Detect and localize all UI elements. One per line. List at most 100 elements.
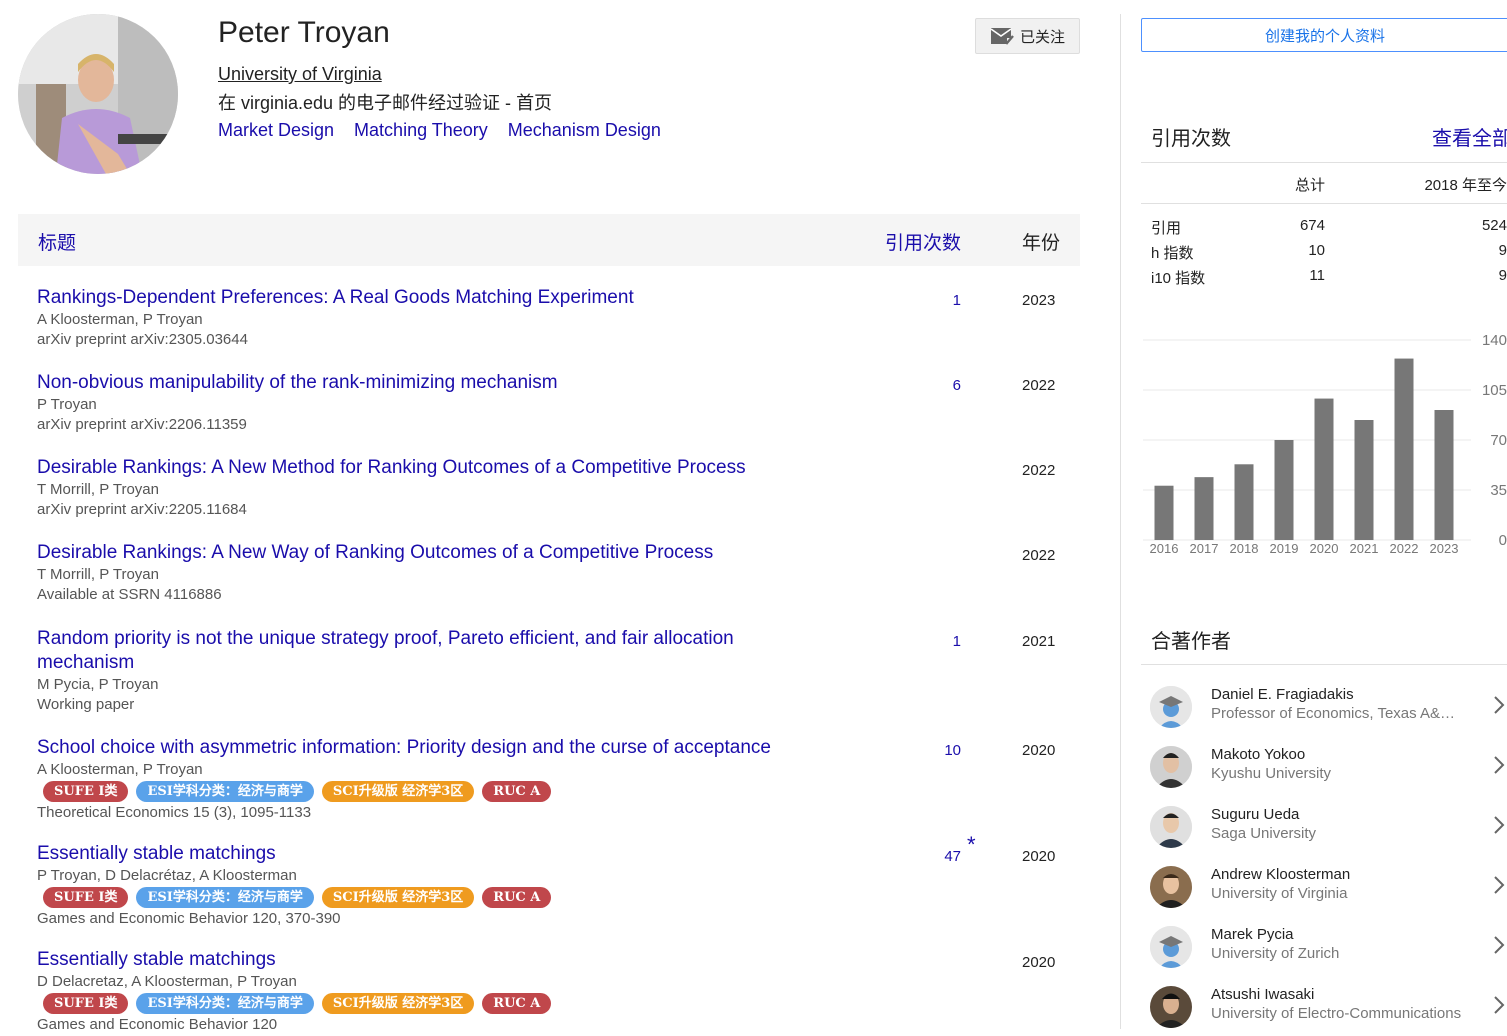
table-row: Non-obvious manipulability of the rank-m… (37, 371, 1077, 435)
sort-by-citations[interactable]: 引用次数 (885, 228, 961, 255)
divider-line (1141, 664, 1507, 665)
tag-sufe: SUFE I类 (43, 993, 129, 1014)
profile-name: Peter Troyan (218, 16, 390, 49)
interest-link[interactable]: Matching Theory (354, 120, 488, 141)
sort-by-title[interactable]: 标题 (38, 228, 76, 255)
cited-by-count[interactable]: 6 (927, 377, 961, 394)
article-title[interactable]: School choice with asymmetric informatio… (37, 736, 817, 760)
chevron-right-icon (1494, 876, 1505, 894)
table-row: Desirable Rankings: A New Way of Ranking… (37, 541, 1077, 605)
coauthor-name: Atsushi Iwasaki (1211, 986, 1315, 1003)
article-title[interactable]: Essentially stable matchings (37, 842, 817, 866)
cited-by-count[interactable]: 10 (927, 742, 961, 759)
y-tick-label: 35 (1490, 482, 1507, 499)
tag-ruc: RUC A (482, 887, 552, 908)
follow-label: 已关注 (1019, 28, 1065, 46)
article-year: 2021 (1022, 633, 1056, 650)
coauthor-affiliation: University of Virginia (1211, 885, 1348, 902)
coauthors-heading: 合著作者 (1151, 631, 1231, 653)
journal-tags: SUFE I类 ESI学科分类：经济与商学 SCI升级版 经济学3区 RUC A (43, 993, 1077, 1015)
stat-total: 11 (1309, 267, 1325, 284)
coauthor-affiliation: University of Electro-Communications (1211, 1005, 1462, 1022)
coauthor-item[interactable]: Makoto Yokoo Kyushu University (1148, 746, 1507, 796)
article-title[interactable]: Non-obvious manipulability of the rank-m… (37, 371, 817, 395)
chart-bar (1434, 410, 1454, 540)
chart-bar (1394, 358, 1414, 540)
article-title[interactable]: Random priority is not the unique strate… (37, 627, 817, 675)
table-row: Essentially stable matchings P Troyan, D… (37, 832, 1077, 929)
stat-label[interactable]: i10 指数 (1151, 267, 1205, 288)
x-tick-label: 2021 (1350, 541, 1379, 556)
y-tick-label: 0 (1499, 532, 1507, 549)
homepage-link[interactable]: 首页 (516, 93, 552, 113)
create-profile-button[interactable]: 创建我的个人资料 (1141, 18, 1507, 52)
chart-bar (1354, 420, 1374, 540)
x-tick-label: 2023 (1430, 541, 1459, 556)
sort-by-year[interactable]: 年份 (1022, 228, 1060, 255)
coauthor-item[interactable]: Suguru Ueda Saga University (1148, 806, 1507, 856)
tag-esi: ESI学科分类：经济与商学 (136, 887, 314, 908)
journal-tags: SUFE I类 ESI学科分类：经济与商学 SCI升级版 经济学3区 RUC A (43, 781, 1077, 803)
citations-heading: 引用次数 (1151, 128, 1231, 150)
coauthor-photo (1150, 806, 1192, 848)
chevron-right-icon (1494, 996, 1505, 1014)
affiliation-link[interactable]: University of Virginia (218, 64, 382, 85)
profile-photo (18, 14, 178, 174)
stat-since: 524 (1481, 217, 1507, 234)
coauthor-photo (1150, 986, 1192, 1028)
article-title[interactable]: Desirable Rankings: A New Method for Ran… (37, 456, 817, 480)
mail-check-icon (990, 28, 1014, 45)
stats-row: i10 指数 11 9 (1151, 267, 1507, 287)
coauthor-name: Daniel E. Fragiadakis (1211, 686, 1354, 703)
col-since-header: 2018 年至今 (1424, 177, 1507, 194)
tag-esi: ESI学科分类：经济与商学 (136, 781, 314, 802)
y-tick-label: 70 (1490, 432, 1507, 449)
coauthor-photo (1150, 746, 1192, 788)
follow-button[interactable]: 已关注 (975, 18, 1080, 54)
tag-sci: SCI升级版 经济学3区 (321, 887, 475, 908)
article-year: 2022 (1022, 377, 1056, 394)
table-row: School choice with asymmetric informatio… (37, 736, 1077, 823)
cited-by-count[interactable]: 1 (927, 633, 961, 650)
article-title[interactable]: Rankings-Dependent Preferences: A Real G… (37, 286, 817, 310)
article-title[interactable]: Essentially stable matchings (37, 948, 817, 972)
article-year: 2020 (1022, 742, 1056, 759)
stat-label[interactable]: h 指数 (1151, 242, 1194, 263)
cited-by-count[interactable]: 1 (927, 292, 961, 309)
interest-link[interactable]: Mechanism Design (508, 120, 661, 141)
col-total-header: 总计 (1294, 177, 1325, 194)
tag-sufe: SUFE I类 (43, 781, 129, 802)
chevron-right-icon (1494, 696, 1505, 714)
article-title[interactable]: Desirable Rankings: A New Way of Ranking… (37, 541, 817, 565)
tag-ruc: RUC A (482, 993, 552, 1014)
interest-link[interactable]: Market Design (218, 120, 334, 141)
merged-citations-star[interactable]: * (967, 832, 976, 858)
article-venue: Games and Economic Behavior 120 (37, 1016, 278, 1033)
coauthor-item[interactable]: Marek Pycia University of Zurich (1148, 926, 1507, 976)
stats-row: 引用 674 524 (1151, 217, 1507, 237)
default-avatar-icon (1150, 926, 1192, 968)
article-authors: M Pycia, P Troyan (37, 676, 159, 693)
article-authors: T Morrill, P Troyan (37, 481, 159, 498)
x-tick-label: 2022 (1390, 541, 1419, 556)
view-all-link[interactable]: 查看全部 (1432, 122, 1507, 151)
article-venue: arXiv preprint arXiv:2305.03644 (37, 331, 248, 348)
chart-bar (1314, 398, 1334, 540)
column-divider (1120, 14, 1121, 1029)
chart-bar (1194, 477, 1214, 540)
research-interests: Market Design Matching Theory Mechanism … (218, 120, 661, 141)
stats-row: h 指数 10 9 (1151, 242, 1507, 262)
table-row: Rankings-Dependent Preferences: A Real G… (37, 286, 1077, 350)
articles-table-header: 标题 引用次数 年份 (18, 214, 1080, 266)
y-tick-label: 105 (1482, 382, 1507, 399)
article-authors: P Troyan (37, 396, 97, 413)
chart-bar (1234, 464, 1254, 540)
coauthor-affiliation: Saga University (1211, 825, 1317, 842)
article-authors: D Delacretaz, A Kloosterman, P Troyan (37, 973, 297, 990)
coauthor-affiliation: Kyushu University (1211, 765, 1332, 782)
coauthor-item[interactable]: Daniel E. Fragiadakis Professor of Econo… (1148, 686, 1507, 736)
chevron-right-icon (1494, 936, 1505, 954)
coauthor-item[interactable]: Andrew Kloosterman University of Virgini… (1148, 866, 1507, 916)
article-year: 2020 (1022, 848, 1056, 865)
cited-by-count[interactable]: 47 (927, 848, 961, 865)
